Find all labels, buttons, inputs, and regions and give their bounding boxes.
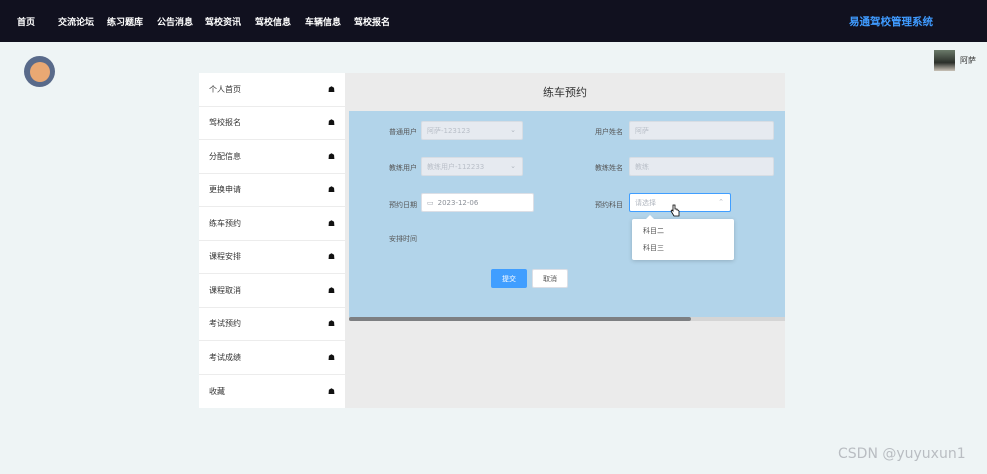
home-icon: ☗ bbox=[327, 352, 335, 362]
nav-home[interactable]: 首页 bbox=[17, 15, 35, 28]
menu-item-course-schedule[interactable]: 课程安排 ☗ bbox=[199, 241, 345, 274]
nav-school-news[interactable]: 驾校资讯 bbox=[205, 15, 241, 28]
menu-item-personal-home[interactable]: 个人首页 ☗ bbox=[199, 73, 345, 107]
menu-item-label: 练车预约 bbox=[209, 218, 241, 228]
nav-vehicle-info[interactable]: 车辆信息 bbox=[305, 15, 341, 28]
hand-cursor-icon bbox=[670, 204, 680, 217]
home-icon: ☗ bbox=[327, 84, 335, 94]
menu-item-change-request[interactable]: 更换申请 ☗ bbox=[199, 174, 345, 207]
menu-item-label: 考试成绩 bbox=[209, 352, 241, 362]
cancel-button[interactable]: 取消 bbox=[532, 269, 568, 288]
nav-forum[interactable]: 交流论坛 bbox=[58, 15, 94, 28]
menu-item-label: 个人首页 bbox=[209, 84, 241, 94]
account-value: 阿萨-123123 bbox=[427, 126, 471, 135]
menu-item-label: 课程安排 bbox=[209, 252, 241, 262]
menu-item-label: 分配信息 bbox=[209, 151, 241, 161]
page-title: 练车预约 bbox=[543, 86, 587, 99]
user-profile[interactable]: 阿萨 bbox=[934, 50, 976, 71]
coach-name-field[interactable]: 教练 bbox=[629, 157, 774, 176]
subject-dropdown: 科目二 科目三 bbox=[632, 215, 734, 260]
coach-name-label: 教练姓名 bbox=[595, 164, 623, 172]
home-icon: ☗ bbox=[327, 218, 335, 228]
home-icon: ☗ bbox=[327, 151, 335, 161]
calendar-icon: ▭ bbox=[427, 198, 434, 207]
scrollbar-thumb[interactable] bbox=[349, 317, 691, 321]
subject-placeholder: 请选择 bbox=[635, 198, 656, 207]
menu-item-label: 更换申请 bbox=[209, 185, 241, 195]
menu-item-label: 收藏 bbox=[209, 386, 225, 396]
date-label: 预约日期 bbox=[389, 201, 417, 209]
home-icon: ☗ bbox=[327, 118, 335, 128]
coach-account-label: 教练用户 bbox=[389, 164, 417, 172]
home-icon: ☗ bbox=[327, 319, 335, 329]
submit-button[interactable]: 提交 bbox=[491, 269, 527, 288]
chevron-up-icon: ⌃ bbox=[718, 198, 724, 206]
booking-form: 普通用户 阿萨-123123 ⌄ 用户姓名 阿萨 教练用户 教练用户-11223… bbox=[349, 111, 785, 317]
subject-select[interactable]: 请选择 ⌃ bbox=[629, 193, 731, 212]
home-icon: ☗ bbox=[327, 386, 335, 396]
home-icon: ☗ bbox=[327, 285, 335, 295]
date-picker[interactable]: ▭ 2023-12-06 bbox=[421, 193, 534, 212]
side-menu: 个人首页 ☗ 驾校报名 ☗ 分配信息 ☗ 更换申请 ☗ 练车预约 ☗ 课程安排 ☗ 课程取消… bbox=[199, 73, 345, 408]
time-label: 安排时间 bbox=[389, 235, 417, 243]
subject-option[interactable]: 科目三 bbox=[632, 239, 734, 256]
nav-announcements[interactable]: 公告消息 bbox=[157, 15, 193, 28]
menu-item-label: 驾校报名 bbox=[209, 118, 241, 128]
chevron-down-icon: ⌄ bbox=[510, 162, 516, 170]
horizontal-scrollbar[interactable] bbox=[349, 317, 785, 321]
menu-item-exam-scores[interactable]: 考试成绩 ☗ bbox=[199, 341, 345, 375]
user-avatar bbox=[934, 50, 955, 71]
avatar-icon bbox=[29, 61, 50, 82]
watermark: CSDN @yuyuxun1 bbox=[838, 446, 966, 462]
brand-title: 易通驾校管理系统 bbox=[849, 16, 933, 28]
account-label: 普通用户 bbox=[389, 128, 417, 136]
coach-account-select[interactable]: 教练用户-112233 ⌄ bbox=[421, 157, 523, 176]
content-panel: 练车预约 普通用户 阿萨-123123 ⌄ 用户姓名 阿萨 教练用户 教练用户-… bbox=[345, 73, 785, 408]
account-select[interactable]: 阿萨-123123 ⌄ bbox=[421, 121, 523, 140]
logo-avatar[interactable] bbox=[24, 56, 55, 87]
menu-item-label: 考试预约 bbox=[209, 319, 241, 329]
menu-item-enrollment[interactable]: 驾校报名 ☗ bbox=[199, 107, 345, 140]
subject-label: 预约科目 bbox=[595, 201, 623, 209]
nav-school-info[interactable]: 驾校信息 bbox=[255, 15, 291, 28]
chevron-down-icon: ⌄ bbox=[510, 126, 516, 134]
menu-item-assignment[interactable]: 分配信息 ☗ bbox=[199, 140, 345, 174]
user-name-field[interactable]: 阿萨 bbox=[629, 121, 774, 140]
nav-question-bank[interactable]: 练习题库 bbox=[107, 15, 143, 28]
menu-item-course-cancel[interactable]: 课程取消 ☗ bbox=[199, 274, 345, 308]
home-icon: ☗ bbox=[327, 252, 335, 262]
home-icon: ☗ bbox=[327, 185, 335, 195]
coach-account-value: 教练用户-112233 bbox=[427, 162, 485, 171]
menu-item-label: 课程取消 bbox=[209, 285, 241, 295]
user-name-value: 阿萨 bbox=[635, 126, 649, 135]
top-nav: 首页 交流论坛 练习题库 公告消息 驾校资讯 驾校信息 车辆信息 驾校报名 易通… bbox=[0, 0, 987, 42]
menu-item-exam-booking[interactable]: 考试预约 ☗ bbox=[199, 308, 345, 341]
user-name-label: 用户姓名 bbox=[595, 128, 623, 136]
menu-item-favorites[interactable]: 收藏 ☗ bbox=[199, 375, 345, 409]
user-name: 阿萨 bbox=[960, 56, 976, 65]
nav-enrollment[interactable]: 驾校报名 bbox=[354, 15, 390, 28]
menu-item-practice-booking[interactable]: 练车预约 ☗ bbox=[199, 207, 345, 241]
date-value: 2023-12-06 bbox=[437, 198, 479, 207]
coach-name-value: 教练 bbox=[635, 162, 649, 171]
subject-option[interactable]: 科目二 bbox=[632, 222, 734, 239]
